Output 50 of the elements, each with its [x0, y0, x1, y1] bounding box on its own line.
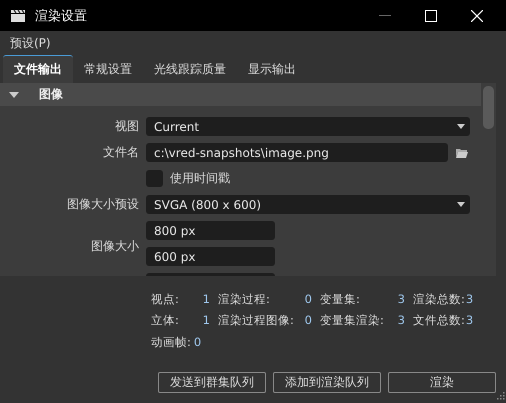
maximize-icon[interactable]	[425, 10, 437, 22]
tab[interactable]: 显示输出	[237, 55, 307, 83]
scrollbar-thumb[interactable]	[483, 86, 494, 129]
stat-label: 视点:	[151, 292, 179, 308]
stat-label: 渲染总数:	[413, 292, 465, 308]
stat-label: 文件总数:	[413, 313, 465, 330]
minimize-icon[interactable]	[379, 14, 391, 16]
stat-value: 1	[202, 292, 210, 308]
stat-label: 渲染过程:	[218, 292, 270, 308]
resize-grip-icon[interactable]	[497, 392, 505, 400]
clapperboard-icon	[10, 8, 26, 22]
tab[interactable]: 光线跟踪质量	[143, 55, 237, 83]
field-label: 图像大小	[90, 238, 139, 255]
stat-label: 变量集渲染:	[320, 313, 384, 330]
action-button[interactable]: 添加到渲染队列	[273, 372, 381, 393]
stat-value: 1	[202, 313, 210, 330]
dropdown[interactable]: Current	[146, 117, 470, 136]
dropdown[interactable]: SVGA (800 x 600)	[146, 195, 470, 214]
stat-label: 渲染过程图像:	[218, 313, 294, 330]
stat-label: 变量集:	[320, 292, 360, 308]
collapse-arrow-icon[interactable]	[9, 92, 19, 98]
stat-label: 动画帧:	[151, 334, 191, 351]
caret-icon	[457, 202, 465, 207]
menu-item[interactable]: 预设(P)	[10, 35, 51, 52]
stat-label: 立体:	[151, 313, 179, 330]
stat-value: 0	[194, 334, 202, 351]
field-label: 视图	[114, 118, 139, 135]
action-button[interactable]: 渲染	[388, 372, 496, 393]
input-field[interactable]: 600 px	[146, 247, 275, 266]
action-button[interactable]: 发送到群集队列	[158, 372, 266, 393]
tab[interactable]: 文件输出	[3, 55, 73, 83]
stat-value: 0	[304, 313, 312, 330]
folder-icon[interactable]	[456, 148, 468, 158]
input-field[interactable]: c:\vred-snapshots\image.png	[146, 143, 448, 162]
stat-value: 3	[466, 292, 474, 308]
stat-value: 3	[398, 292, 405, 308]
stat-value: 3	[466, 313, 474, 330]
window-title: 渲染设置	[35, 8, 87, 24]
field-label: 文件名	[102, 144, 139, 161]
close-icon[interactable]	[471, 10, 483, 22]
section-header[interactable]: 图像	[0, 83, 481, 106]
stat-value: 0	[304, 292, 312, 308]
tab[interactable]: 常规设置	[73, 55, 143, 83]
input-field[interactable]: 800 px	[146, 221, 275, 240]
stat-value: 3	[398, 313, 405, 330]
field-label: 图像大小预设	[66, 196, 139, 213]
checkbox[interactable]	[146, 170, 163, 187]
caret-icon	[457, 124, 465, 129]
section-title: 图像	[39, 86, 63, 103]
checkbox-label: 使用时间戳	[170, 170, 230, 187]
